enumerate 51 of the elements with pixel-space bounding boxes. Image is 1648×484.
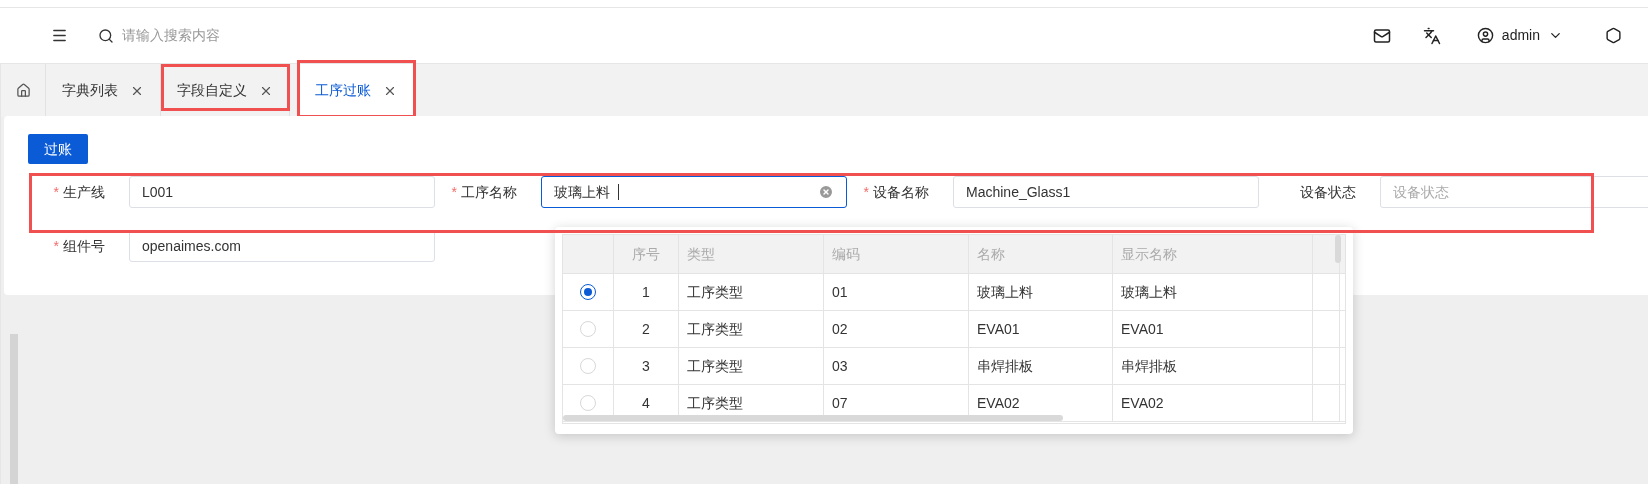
table-cell: EVA02 (1113, 385, 1313, 421)
field-label: 组件号 (63, 236, 105, 256)
side-scrollbar[interactable] (10, 334, 18, 484)
field-label: 设备名称 (873, 182, 929, 202)
table-cell: 玻璃上料 (969, 274, 1113, 310)
table-cell: 02 (824, 311, 969, 347)
search-icon (98, 27, 114, 44)
column-header: 类型 (679, 235, 824, 273)
table-row[interactable]: 1 工序类型 01 玻璃上料 玻璃上料 (563, 274, 1345, 311)
input-field[interactable]: L001 (129, 176, 435, 208)
vertical-scrollbar[interactable] (1335, 235, 1341, 263)
table-cell: EVA01 (1113, 311, 1313, 347)
translate-icon[interactable] (1422, 26, 1441, 45)
clear-icon[interactable] (818, 184, 834, 200)
required-mark: * (53, 236, 59, 256)
table-cell: 串焊排板 (1113, 348, 1313, 384)
mail-icon[interactable] (1372, 26, 1391, 45)
table-cell: 1 (614, 274, 679, 310)
tab[interactable]: 工序过账 (299, 64, 414, 117)
user-icon (1476, 27, 1494, 44)
column-header: 名称 (969, 235, 1113, 273)
table-cell: 工序类型 (679, 274, 824, 310)
table-cell: 3 (614, 348, 679, 384)
table-cell: 2 (614, 311, 679, 347)
settings-icon[interactable] (1605, 27, 1622, 44)
post-button[interactable]: 过账 (28, 134, 88, 164)
table-row[interactable]: 3 工序类型 03 串焊排板 串焊排板 (563, 348, 1345, 385)
field-label: 工序名称 (461, 182, 517, 202)
column-header: 显示名称 (1113, 235, 1313, 273)
required-mark: * (451, 182, 457, 202)
input-field[interactable]: Machine_Glass1 (953, 176, 1259, 208)
field-label: 设备状态 (1300, 182, 1356, 202)
table-row[interactable]: 2 工序类型 02 EVA01 EVA01 (563, 311, 1345, 348)
home-icon (15, 83, 31, 98)
user-menu[interactable]: admin (1476, 25, 1563, 46)
search-field[interactable]: 请输入搜索内容 (122, 25, 322, 46)
table-cell: 玻璃上料 (1113, 274, 1313, 310)
required-mark: * (53, 182, 59, 202)
column-header: 编码 (824, 235, 969, 273)
menu-icon[interactable] (51, 27, 68, 44)
table-cell: 03 (824, 348, 969, 384)
column-header: 序号 (614, 235, 679, 273)
table-cell: EVA01 (969, 311, 1113, 347)
table-cell: 工序类型 (679, 311, 824, 347)
table-cell: 串焊排板 (969, 348, 1113, 384)
table-cell: 01 (824, 274, 969, 310)
table-cell: 工序类型 (679, 348, 824, 384)
horizontal-scrollbar[interactable] (563, 415, 1063, 421)
field-label: 生产线 (63, 182, 105, 202)
input-field[interactable]: 玻璃上料 (541, 176, 847, 208)
required-mark: * (863, 182, 869, 202)
